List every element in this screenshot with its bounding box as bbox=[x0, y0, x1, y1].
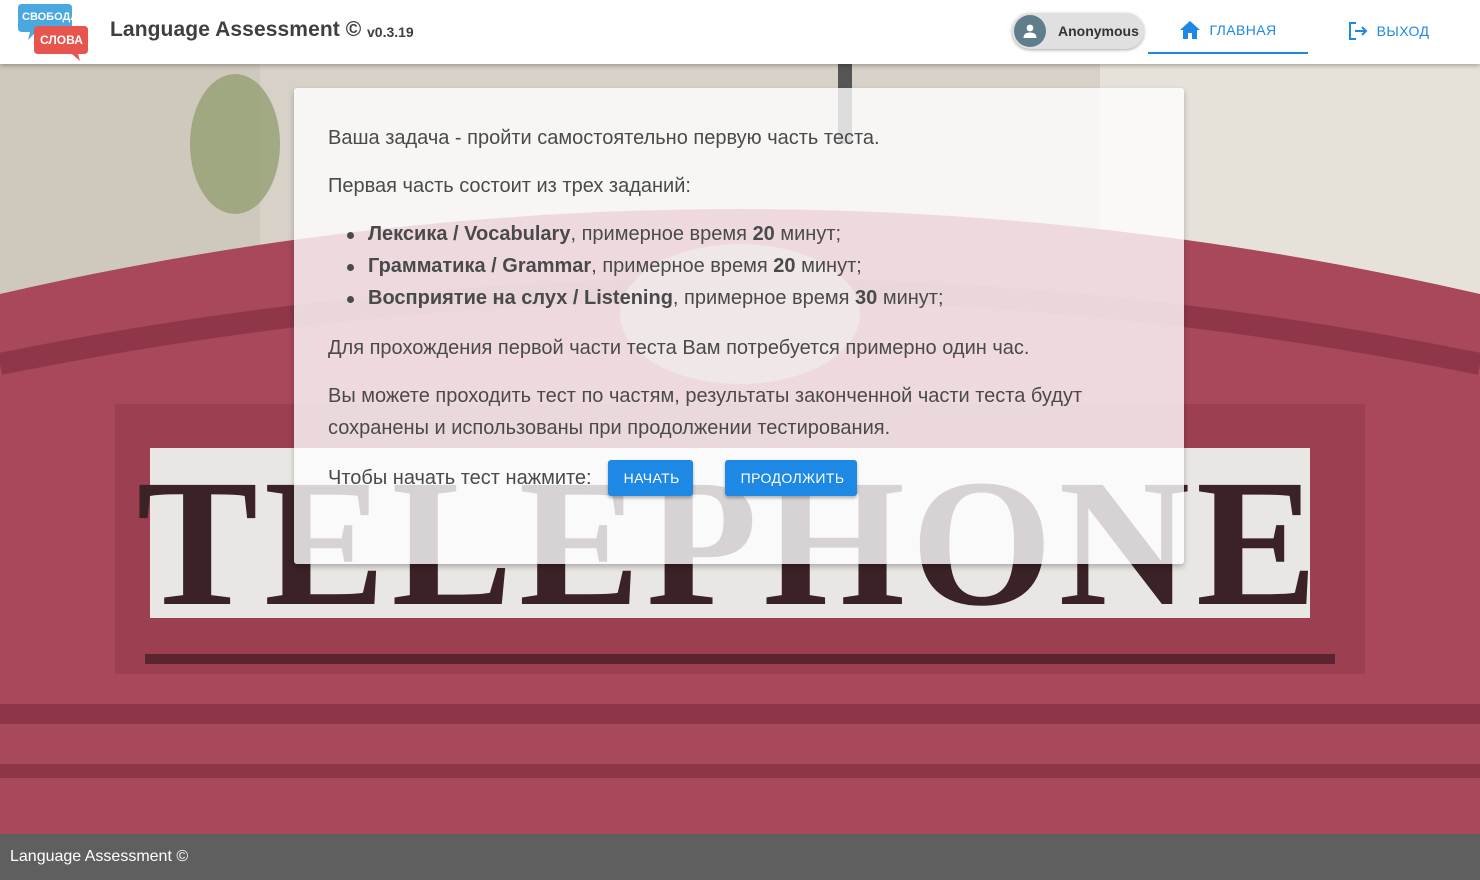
footer-text: Language Assessment © bbox=[10, 848, 189, 865]
task-text: минут; bbox=[877, 287, 944, 309]
task-text: , примерное время bbox=[570, 223, 753, 245]
user-name: Anonymous bbox=[1058, 23, 1139, 39]
continue-button[interactable]: ПРОДОЛЖИТЬ bbox=[724, 460, 857, 496]
task-minutes: 20 bbox=[752, 223, 775, 245]
nav-logout-label: ВЫХОД bbox=[1376, 23, 1430, 39]
task-name: Восприятие на слух / Listening bbox=[368, 287, 673, 309]
task-list: Лексика / Vocabulary, примерное время 20… bbox=[328, 218, 1150, 314]
list-item: Восприятие на слух / Listening, примерно… bbox=[328, 282, 1150, 314]
start-button[interactable]: НАЧАТЬ bbox=[607, 460, 693, 496]
instructions-card: Ваша задача - пройти самостоятельно перв… bbox=[294, 88, 1184, 564]
app-logo[interactable]: СВОБОДА СЛОВА bbox=[18, 2, 90, 62]
task-text: минут; bbox=[774, 223, 842, 245]
task-text: , примерное время bbox=[672, 287, 856, 309]
start-prompt: Чтобы начать тест нажмите: bbox=[328, 467, 592, 489]
list-item: Лексика / Vocabulary, примерное время 20… bbox=[328, 218, 1150, 250]
task-text: минут; bbox=[795, 255, 862, 277]
list-item: Грамматика / Grammar, примерное время 20… bbox=[328, 250, 1150, 282]
task-minutes: 20 bbox=[773, 255, 796, 277]
home-icon bbox=[1180, 21, 1201, 39]
task-name: Лексика / Vocabulary bbox=[368, 223, 571, 245]
logo-text-top: СВОБОДА bbox=[22, 11, 78, 23]
duration-note: Для прохождения первой части теста Вам п… bbox=[328, 337, 1030, 359]
user-chip[interactable]: Anonymous bbox=[1012, 13, 1144, 49]
task-name: Грамматика / Grammar bbox=[368, 255, 592, 277]
logo-text-bottom: СЛОВА bbox=[40, 33, 83, 47]
intro-text: Ваша задача - пройти самостоятельно перв… bbox=[328, 127, 880, 149]
app-version: v0.3.19 bbox=[367, 24, 414, 40]
nav-home-button[interactable]: ГЛАВНАЯ bbox=[1148, 8, 1308, 54]
avatar bbox=[1014, 15, 1046, 47]
parts-intro-text: Первая часть состоит из трех заданий: bbox=[328, 175, 691, 197]
nav-home-label: ГЛАВНАЯ bbox=[1209, 22, 1277, 38]
parts-note: Вы можете проходить тест по частям, резу… bbox=[328, 385, 1083, 439]
nav-logout-button[interactable]: ВЫХОД bbox=[1318, 8, 1458, 54]
app-title: Language Assessment © bbox=[110, 18, 362, 41]
start-row: Чтобы начать тест нажмите: НАЧАТЬ ПРОДОЛ… bbox=[328, 460, 1150, 496]
task-text: , примерное время bbox=[591, 255, 774, 277]
task-minutes: 30 bbox=[855, 287, 878, 309]
logout-icon bbox=[1348, 22, 1368, 40]
user-icon bbox=[1023, 24, 1037, 38]
app-footer: Language Assessment © bbox=[0, 834, 1480, 880]
app-header: СВОБОДА СЛОВА Language Assessment © v0.3… bbox=[0, 0, 1480, 64]
